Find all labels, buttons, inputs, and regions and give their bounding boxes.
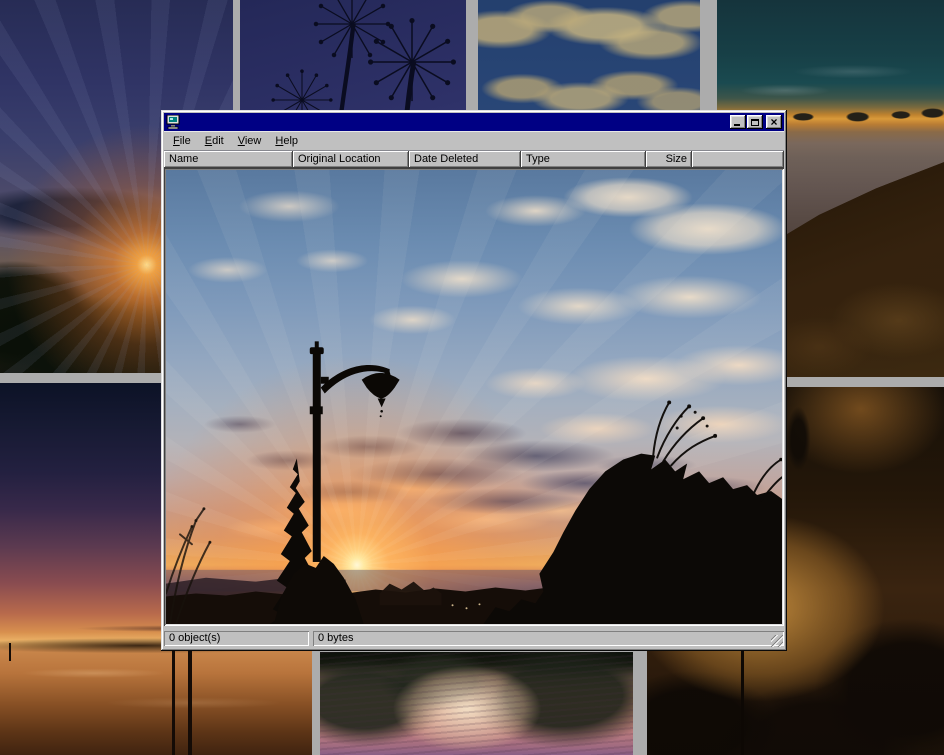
water-pole — [188, 643, 192, 755]
resize-grip-icon[interactable] — [771, 635, 783, 647]
close-button[interactable]: × — [766, 115, 782, 129]
menu-edit[interactable]: Edit — [198, 133, 231, 149]
column-header-name[interactable]: Name — [164, 151, 293, 168]
minimize-icon — [734, 124, 740, 126]
column-header-original-location[interactable]: Original Location — [293, 151, 409, 168]
window-controls: × — [729, 115, 782, 129]
photo-silhouettes — [166, 170, 782, 624]
maximize-icon — [751, 119, 759, 126]
status-bytes: 0 bytes — [313, 631, 784, 646]
status-bar: 0 object(s) 0 bytes — [164, 626, 784, 648]
recycle-bin-window: × File Edit View Help Name Original Loca… — [161, 110, 787, 651]
file-list-area[interactable] — [164, 168, 784, 626]
title-bar[interactable]: × — [164, 113, 784, 131]
close-icon: × — [770, 117, 777, 127]
column-headers: Name Original Location Date Deleted Type… — [164, 151, 784, 168]
wallpaper-photo-water-reflections — [320, 652, 633, 755]
minimize-button[interactable] — [730, 115, 746, 129]
maximize-button[interactable] — [747, 115, 763, 129]
status-objects: 0 object(s) — [164, 631, 309, 646]
street-lamp — [310, 341, 400, 562]
column-header-type[interactable]: Type — [521, 151, 646, 168]
column-header-filler — [692, 151, 784, 168]
water-pole — [172, 641, 175, 755]
menu-bar: File Edit View Help — [164, 131, 784, 151]
menu-view[interactable]: View — [231, 133, 269, 149]
column-header-date-deleted[interactable]: Date Deleted — [409, 151, 521, 168]
water-pole — [9, 643, 11, 661]
column-header-size[interactable]: Size — [646, 151, 692, 168]
computer-icon — [166, 115, 181, 129]
menu-help[interactable]: Help — [268, 133, 305, 149]
menu-file[interactable]: File — [166, 133, 198, 149]
sunset-street-lamp-photo — [166, 170, 782, 624]
